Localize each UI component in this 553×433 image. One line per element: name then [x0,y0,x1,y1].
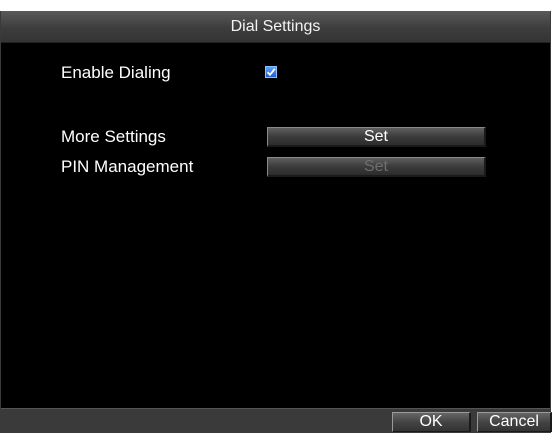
enable-dialing-checkbox[interactable] [265,66,277,78]
dial-settings-dialog: Dial Settings Enable Dialing More Settin… [0,11,552,433]
pin-management-set-button[interactable]: Set [267,157,486,177]
ok-button[interactable]: OK [392,412,471,432]
more-settings-label: More Settings [61,127,166,146]
checkmark-icon [266,68,276,77]
pin-management-label: PIN Management [61,157,194,176]
more-settings-set-button[interactable]: Set [267,127,486,147]
enable-dialing-label: Enable Dialing [61,63,171,82]
cancel-button[interactable]: Cancel [477,412,552,432]
dialog-title: Dial Settings [1,11,550,43]
dialog-footer: OK Cancel [1,408,552,433]
